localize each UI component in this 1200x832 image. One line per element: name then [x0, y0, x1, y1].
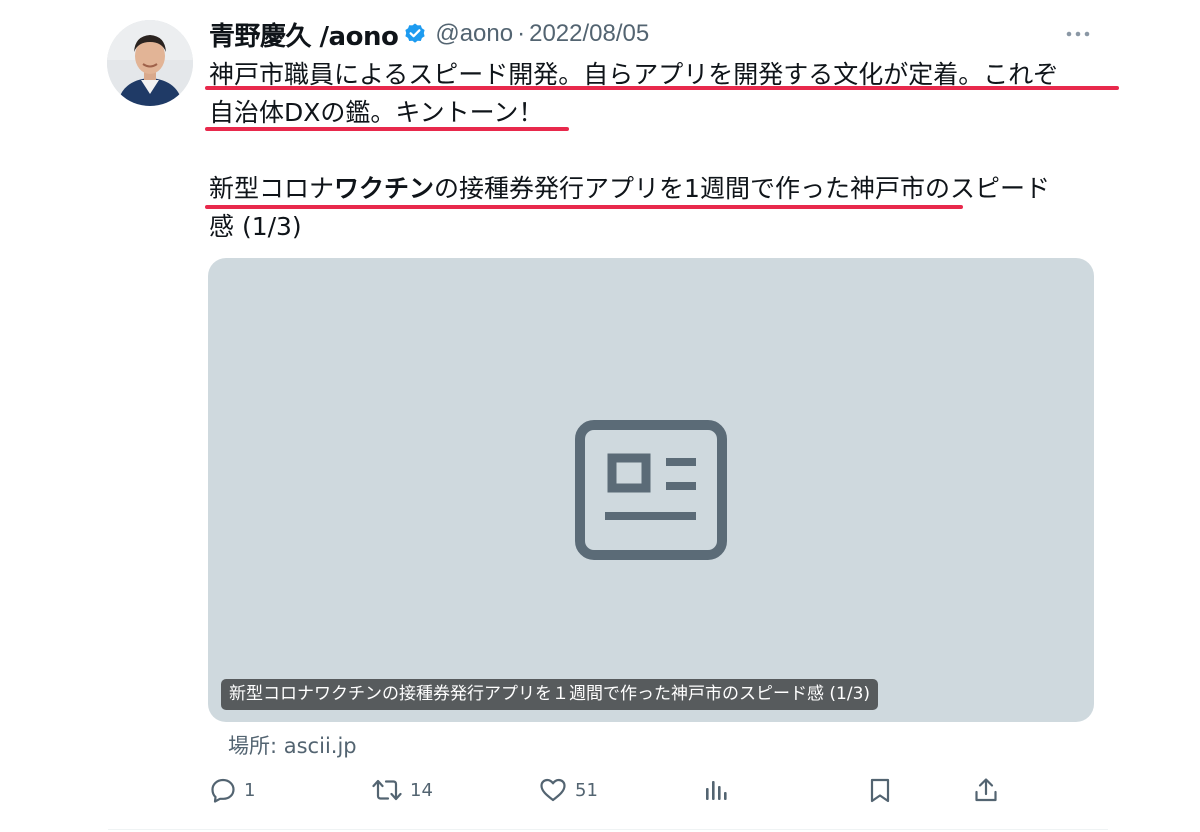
tweet-text: 神戸市職員によるスピード開発。自らアプリを開発する文化が定着。これぞ 自治体DX… [209, 56, 1109, 246]
divider [108, 829, 1108, 830]
tweet-header: 青野慶久 /aono @aono · 2022/08/05 [209, 14, 649, 54]
user-handle[interactable]: @aono [435, 20, 513, 48]
reply-button[interactable]: 1 [210, 770, 255, 810]
bookmark-icon [870, 778, 890, 803]
tweet-text-line: 感 (1/3) [209, 212, 302, 241]
separator-dot: · [517, 20, 526, 47]
avatar[interactable] [107, 20, 193, 106]
share-button[interactable] [973, 770, 999, 810]
display-name[interactable]: 青野慶久 /aono [209, 16, 399, 53]
analytics-icon [706, 781, 727, 800]
card-title: 新型コロナワクチンの接種券発行アプリを１週間で作った神戸市のスピード感 (1/3… [221, 679, 879, 710]
action-bar: 1 14 51 [0, 770, 1200, 810]
views-button[interactable] [704, 770, 728, 810]
reply-count: 1 [244, 779, 256, 801]
highlight-underline [205, 127, 569, 131]
tweet-text-segment: の接種券発行アプリを1週間で作った神戸市のスピード [434, 174, 1050, 203]
tweet-date[interactable]: 2022/08/05 [529, 20, 649, 48]
like-button[interactable]: 51 [539, 770, 598, 810]
share-icon [975, 778, 997, 802]
tweet-text-bold: ワクチン [334, 174, 435, 203]
highlight-underline [205, 205, 963, 209]
retweet-count: 14 [410, 779, 433, 801]
card-source[interactable]: 場所: ascii.jp [228, 730, 357, 760]
tweet-text-line: 新型コロナワクチンの接種券発行アプリを1週間で作った神戸市のスピード [209, 170, 1109, 208]
tweet-text-segment: 新型コロナ [209, 174, 335, 203]
bookmark-button[interactable] [868, 770, 892, 810]
verified-badge-icon [403, 22, 427, 46]
retweet-button[interactable]: 14 [372, 770, 433, 810]
reply-icon [211, 778, 235, 803]
more-options-icon[interactable] [1064, 28, 1092, 40]
tweet[interactable]: 青野慶久 /aono @aono · 2022/08/05 神戸市職員によるスピ… [0, 0, 1200, 832]
like-count: 51 [575, 779, 598, 801]
retweet-icon [372, 779, 402, 801]
link-card[interactable]: 新型コロナワクチンの接種券発行アプリを１週間で作った神戸市のスピード感 (1/3… [208, 258, 1094, 722]
highlight-underline [205, 86, 1119, 90]
heart-icon [540, 778, 566, 802]
article-icon [575, 420, 727, 560]
